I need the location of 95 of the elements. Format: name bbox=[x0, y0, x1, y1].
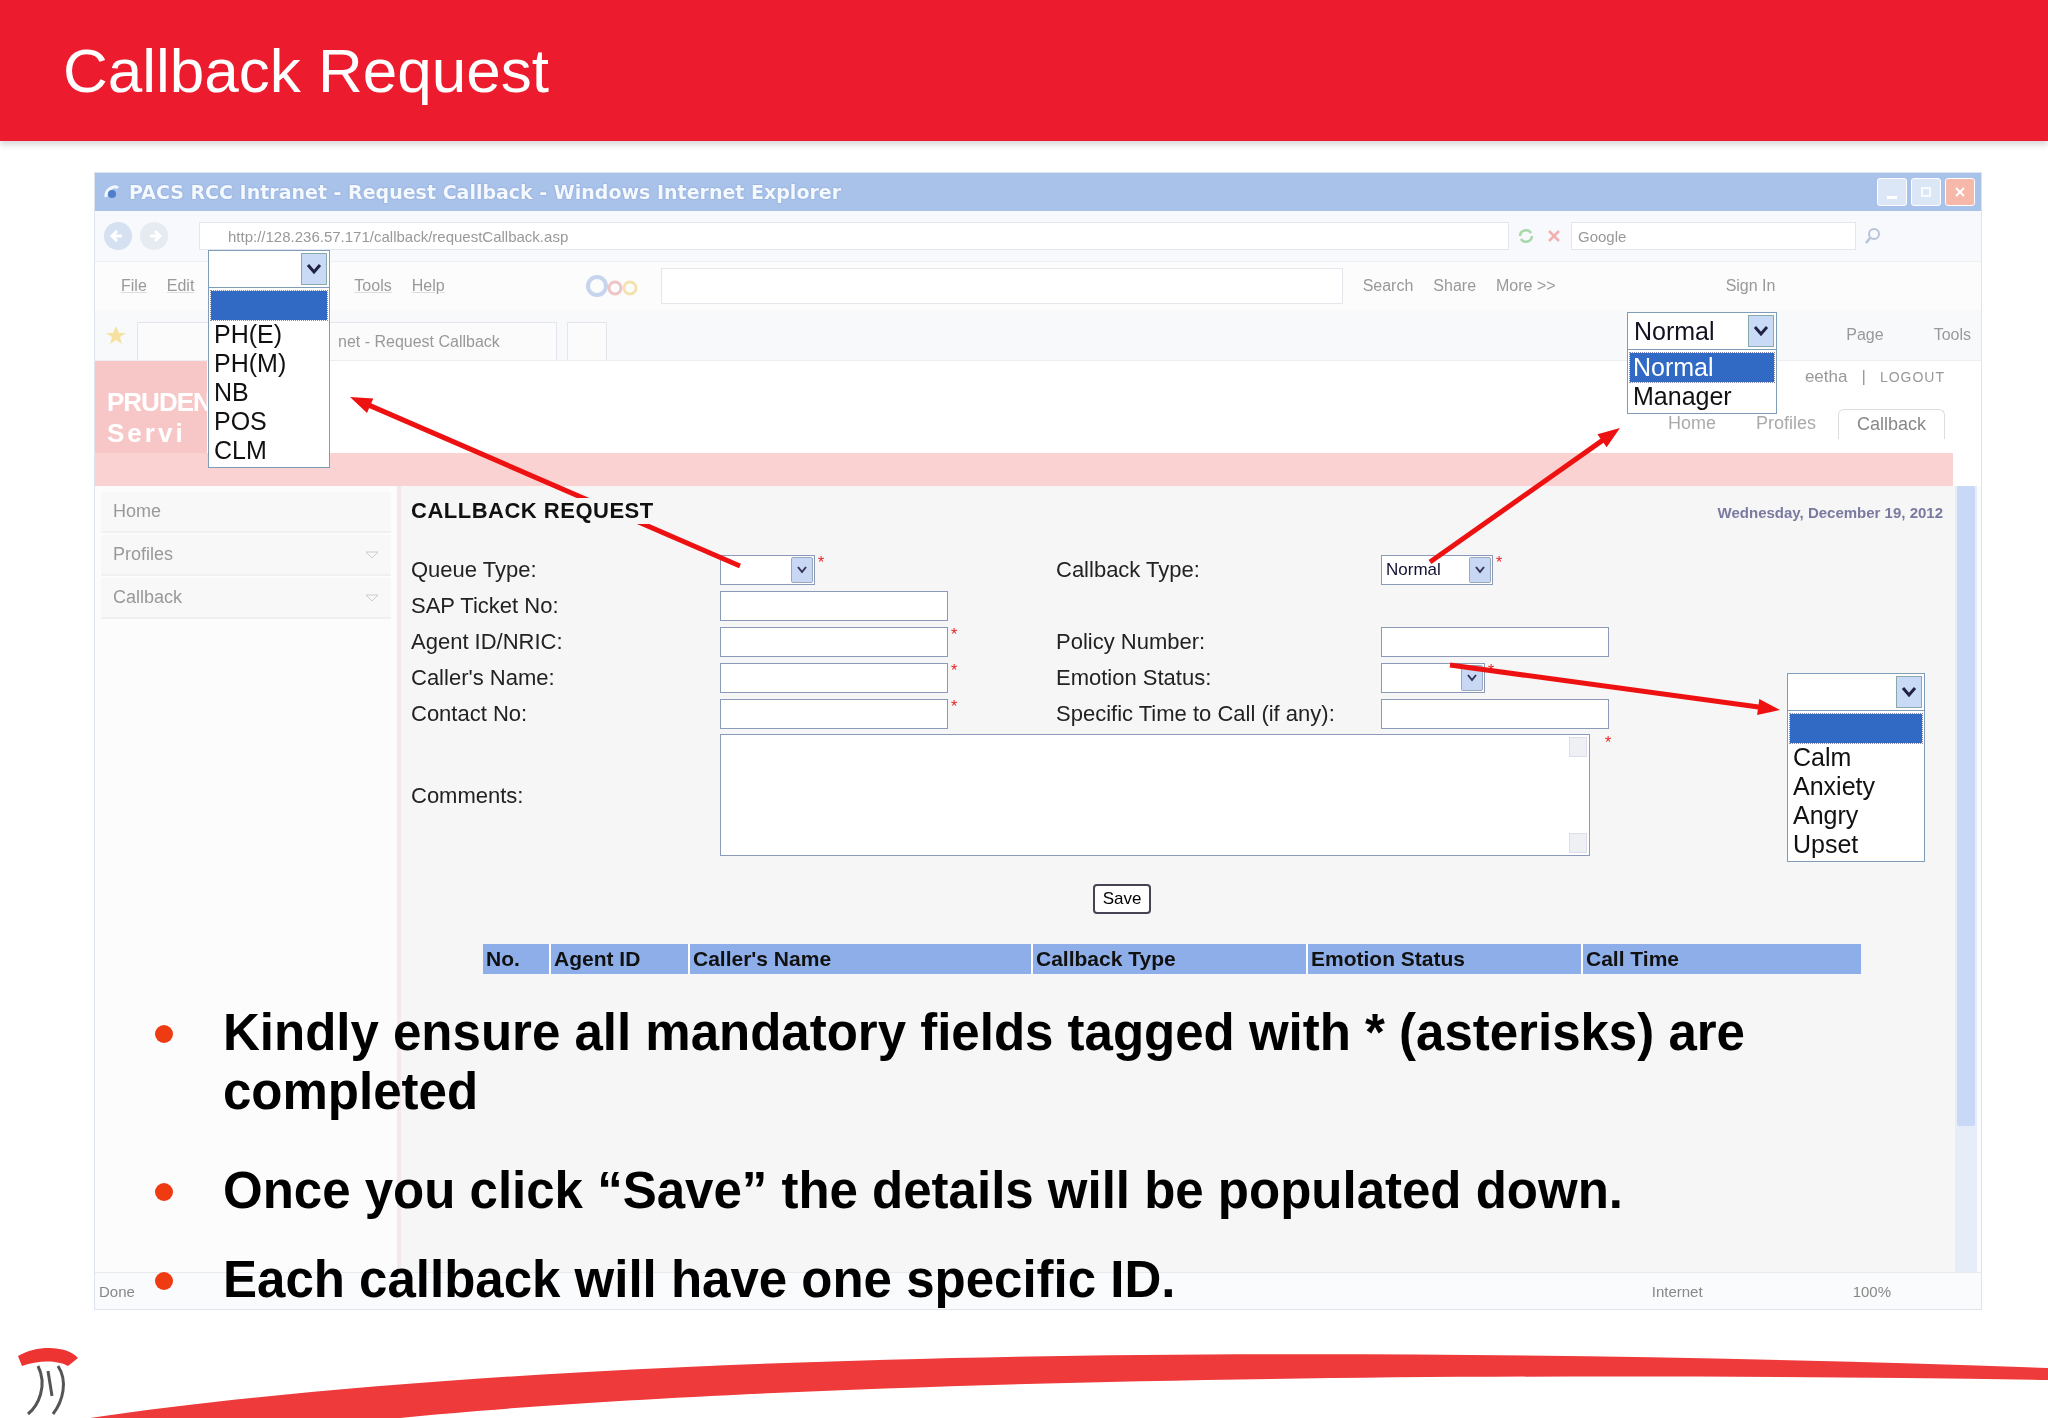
required-asterisk: * bbox=[951, 626, 958, 644]
field-label: SAP Ticket No: bbox=[411, 592, 560, 619]
chevron-down-icon bbox=[1901, 686, 1917, 698]
text-field[interactable] bbox=[720, 698, 948, 729]
field-label: Callback Type: bbox=[1056, 556, 1201, 583]
toolbar-button[interactable]: Share bbox=[1433, 277, 1477, 295]
field-label: Specific Time to Call (if any): bbox=[1056, 700, 1336, 727]
toolbar-button[interactable]: More >> bbox=[1496, 277, 1556, 295]
field-label: Emotion Status: bbox=[1056, 664, 1213, 691]
field-label: Contact No: bbox=[411, 700, 529, 727]
bullet-text: Once you click “Save” the details will be populated down. bbox=[223, 1161, 1623, 1220]
chevron-down-icon bbox=[306, 263, 322, 275]
required-asterisk: * bbox=[951, 698, 958, 716]
scrollbar[interactable] bbox=[1955, 486, 1977, 1272]
status-text: Done bbox=[99, 1282, 135, 1300]
required-asterisk: * bbox=[951, 662, 958, 680]
menu-item[interactable]: Edit bbox=[166, 277, 195, 295]
command-bar-item[interactable]: Tools bbox=[1933, 326, 1971, 344]
search-field[interactable]: Google bbox=[1571, 222, 1856, 250]
column-header: No. bbox=[483, 944, 551, 974]
text-field[interactable] bbox=[720, 662, 948, 693]
forward-button[interactable] bbox=[139, 221, 169, 251]
new-tab-button[interactable] bbox=[567, 322, 607, 360]
field-label: Queue Type: bbox=[411, 556, 538, 583]
column-header: Call Time bbox=[1583, 944, 1861, 974]
user-name: eetha bbox=[1804, 367, 1848, 387]
dropdown-option[interactable]: Anxiety bbox=[1790, 772, 1922, 801]
toolbar-button[interactable]: Sign In bbox=[1725, 277, 1776, 295]
select-field[interactable] bbox=[1381, 662, 1485, 693]
toolbar-button[interactable]: Search bbox=[1362, 277, 1414, 295]
minimize-icon bbox=[1887, 195, 1897, 199]
bullet-text: Each callback will have one specific ID. bbox=[223, 1250, 1176, 1309]
browser-icon bbox=[103, 183, 121, 201]
logout-link[interactable]: LOGOUT bbox=[1879, 367, 1945, 387]
dropdown-option[interactable]: Calm bbox=[1790, 743, 1922, 772]
slide-title: Callback Request bbox=[63, 35, 549, 106]
nav-tab[interactable]: Profiles bbox=[1737, 409, 1834, 439]
required-asterisk: * bbox=[1496, 554, 1503, 572]
dropdown-option[interactable]: Angry bbox=[1790, 801, 1922, 830]
field-label: Caller's Name: bbox=[411, 664, 556, 691]
text-field[interactable] bbox=[1381, 698, 1609, 729]
address-bar[interactable]: http://128.236.57.171/callback/requestCallback.asp bbox=[199, 222, 1509, 250]
maximize-button[interactable] bbox=[1911, 178, 1941, 206]
date-text: Wednesday, December 19, 2012 bbox=[1717, 504, 1943, 521]
chevron-down-icon bbox=[1466, 672, 1478, 683]
chevron-down-icon bbox=[1474, 564, 1486, 575]
column-header: Caller's Name bbox=[690, 944, 1033, 974]
required-asterisk: * bbox=[818, 554, 825, 572]
minimize-button[interactable] bbox=[1877, 178, 1907, 206]
favorites-star-icon[interactable] bbox=[105, 324, 127, 346]
zoom-level[interactable]: 100% bbox=[1852, 1282, 1891, 1300]
close-button[interactable] bbox=[1945, 178, 1975, 206]
save-button[interactable]: Save bbox=[1092, 884, 1152, 914]
dropdown-option[interactable]: PH(E) bbox=[211, 320, 327, 349]
window-title: PACS RCC Intranet - Request Callback - Windows Internet Explorer bbox=[129, 181, 842, 203]
command-bar-item[interactable]: Page bbox=[1846, 326, 1884, 344]
toolbar-search-field[interactable] bbox=[660, 268, 1343, 304]
dropdown-option[interactable]: NB bbox=[211, 378, 327, 407]
column-header: Emotion Status bbox=[1308, 944, 1583, 974]
back-button[interactable] bbox=[103, 221, 133, 251]
dropdown-option[interactable]: Manager bbox=[1630, 382, 1774, 411]
column-header: Agent ID bbox=[551, 944, 690, 974]
select-field[interactable] bbox=[1787, 673, 1925, 711]
page-heading: CALLBACK REQUEST bbox=[411, 498, 654, 524]
field-label: Agent ID/NRIC: bbox=[411, 628, 564, 655]
menu-item[interactable]: Help bbox=[411, 277, 445, 295]
text-field[interactable] bbox=[1381, 626, 1609, 657]
text-field[interactable] bbox=[720, 626, 948, 657]
dropdown-option[interactable]: CLM bbox=[211, 436, 327, 465]
maximize-icon bbox=[1919, 185, 1933, 199]
text-field[interactable] bbox=[720, 590, 948, 621]
dropdown-option[interactable]: Upset bbox=[1790, 830, 1922, 859]
zone-text: Internet bbox=[1651, 1282, 1703, 1300]
sidebar-item[interactable]: Home bbox=[101, 492, 391, 533]
sidebar-item[interactable]: Callback bbox=[101, 578, 391, 619]
menu-item[interactable]: Tools bbox=[354, 277, 392, 295]
bullet-text: Kindly ensure all mandatory fields tagged with * (asterisks) are completed bbox=[223, 1003, 1746, 1121]
sidebar-item[interactable]: Profiles bbox=[101, 535, 391, 576]
field-label: Policy Number: bbox=[1056, 628, 1207, 655]
column-header: Callback Type bbox=[1033, 944, 1308, 974]
select-field[interactable] bbox=[208, 250, 330, 288]
close-icon bbox=[1953, 185, 1967, 199]
select-field[interactable]: Normal bbox=[1381, 554, 1493, 585]
nav-tab[interactable]: Callback bbox=[1837, 409, 1945, 439]
chevron-down-icon bbox=[1753, 325, 1769, 337]
comments-field[interactable] bbox=[720, 734, 1590, 856]
select-field[interactable]: Normal bbox=[1627, 312, 1777, 350]
field-label: Comments: bbox=[411, 783, 525, 809]
dropdown-option[interactable]: POS bbox=[211, 407, 327, 436]
dropdown-option[interactable]: Normal bbox=[1630, 353, 1774, 382]
required-asterisk: * bbox=[1605, 734, 1612, 752]
select-field[interactable] bbox=[720, 554, 815, 585]
menu-item[interactable]: File bbox=[121, 277, 147, 295]
separator-text: | bbox=[1861, 367, 1866, 387]
chevron-down-icon bbox=[796, 564, 808, 575]
